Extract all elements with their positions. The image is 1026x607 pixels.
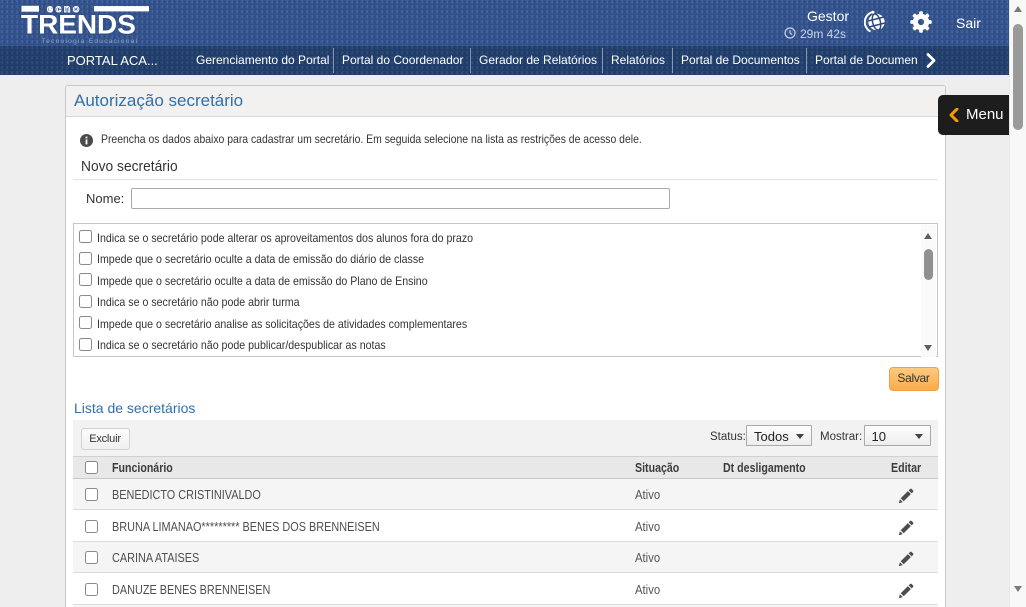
svg-text:Tecnologia Educacional: Tecnologia Educacional bbox=[42, 38, 139, 45]
svg-text:TRENDS: TRENDS bbox=[21, 9, 136, 39]
